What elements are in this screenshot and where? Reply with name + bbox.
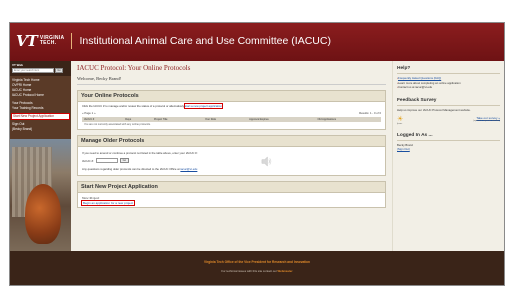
online-protocols-instructions: Click the IACUC # to manage and/or revie… [82, 103, 381, 109]
protocols-table: IACUC # Days Project Title Your Role App… [82, 117, 381, 127]
vt-logo[interactable]: VT VIRGINIA TECH. Institutional Animal C… [16, 32, 331, 50]
iacuc-number-label: IACUC #: [82, 158, 94, 163]
nav-item-user-name: (Becky Brand) [12, 127, 33, 131]
help-heading: Help? [397, 66, 411, 71]
older-protocols-instructions: If you need to amend or continue a proto… [82, 151, 198, 155]
iacuc-email-link[interactable]: iacuc@vt.edu [180, 167, 197, 171]
older-protocols-heading: Manage Older Protocols [78, 136, 385, 147]
divider [77, 84, 386, 85]
site-title: Institutional Animal Care and Use Commit… [79, 35, 331, 47]
survey-logo: ☀ Ipsos [397, 116, 403, 125]
pager-pages[interactable]: « Page 1 » [82, 111, 96, 115]
iacuc-number-form: IACUC #: Go [82, 158, 381, 163]
footer-contact: For technical issues with this site cont… [10, 269, 504, 273]
new-project-panel: Start New Project Application New Projec… [77, 181, 386, 208]
pager: « Page 1 » Results: 1 - 0 of 0 [82, 111, 381, 115]
campus-photo [10, 139, 71, 251]
browser-page: VT VIRGINIA TECH. Institutional Animal C… [9, 22, 505, 286]
nav-list: Virginia Tech Home OVPRI Home IACUC Home… [10, 76, 71, 134]
online-protocols-heading: Your Online Protocols [78, 91, 385, 102]
right-sidebar: Help? Frequently Asked Questions (FAQ) L… [392, 61, 504, 251]
vt-web-label: VT Web [12, 63, 23, 67]
sun-icon: ☀ [397, 115, 404, 123]
tree-image [25, 184, 61, 244]
welcome-message: Welcome, Becky Brand! [77, 76, 122, 81]
main-content: IACUC Protocol: Your Online Protocols We… [71, 61, 392, 251]
begin-application-link[interactable]: Begin an application for a new project [80, 200, 136, 206]
divider [397, 104, 500, 106]
help-item-contact[interactable]: Contact us at iacuc@vt.edu [397, 85, 500, 90]
feedback-box: Feedback Survey Help us improve our IACU… [397, 95, 500, 125]
header-divider [71, 33, 73, 49]
vt-logo-line2: TECH. [39, 40, 57, 46]
instructions-text: Click the IACUC # to manage and/or revie… [82, 104, 185, 108]
new-project-label: New Project [82, 196, 100, 200]
page-title: IACUC Protocol: Your Online Protocols [77, 64, 191, 72]
site-header: VT VIRGINIA TECH. Institutional Animal C… [10, 23, 504, 61]
table-row: You are not currently associated with an… [82, 122, 381, 127]
survey-window-note: (opens in separate window) [473, 119, 500, 122]
site-footer: Virginia Tech Office of the Vice Preside… [10, 251, 504, 285]
webmaster-link[interactable]: Webmaster [278, 269, 293, 273]
sidebar-sign-out-link[interactable]: (Sign Out) [397, 147, 410, 151]
start-new-application-link[interactable]: start a new project application [183, 103, 223, 109]
left-nav: VT Web Go Virginia Tech Home OVPRI Home … [10, 61, 71, 251]
take-survey-link[interactable]: Take our survey » [476, 116, 500, 120]
online-protocols-panel: Your Online Protocols Click the IACUC # … [77, 90, 386, 130]
logged-in-box: Logged In As ... Becky Brand (Sign Out) [397, 130, 500, 151]
vt-logo-mark: VT [16, 32, 38, 50]
divider [397, 73, 500, 74]
search-input[interactable] [12, 68, 54, 73]
feedback-text: Help us improve our IACUC Protocol Manag… [397, 107, 471, 112]
older-protocols-panel: Manage Older Protocols If you need to am… [77, 135, 386, 176]
speaker-icon[interactable] [261, 156, 272, 167]
new-project-heading: Start New Project Application [78, 182, 385, 193]
iacuc-go-button[interactable]: Go [119, 158, 129, 163]
older-protocols-help-text: Any questions regarding older protocols … [82, 167, 180, 171]
faq-link[interactable]: Frequently Asked Questions (FAQ) [398, 76, 441, 80]
feedback-heading: Feedback Survey [397, 97, 437, 103]
iacuc-number-input[interactable] [95, 158, 118, 163]
logged-in-heading: Logged In As ... [397, 132, 433, 138]
footer-contact-text: For technical issues with this site cont… [221, 269, 277, 273]
search-go-button[interactable]: Go [55, 68, 63, 73]
empty-message: You are not currently associated with an… [84, 123, 151, 126]
pager-results: Results: 1 - 0 of 0 [359, 111, 381, 115]
help-box: Help? Frequently Asked Questions (FAQ) L… [397, 63, 500, 90]
footer-office[interactable]: Virginia Tech Office of the Vice Preside… [10, 260, 504, 264]
vt-web-search: VT Web Go [10, 61, 71, 76]
older-protocols-help: Any questions regarding older protocols … [82, 167, 381, 171]
divider [397, 139, 500, 141]
vt-logo-wordmark: VIRGINIA TECH. [40, 36, 65, 46]
survey-logo-caption: Ipsos [397, 122, 403, 125]
